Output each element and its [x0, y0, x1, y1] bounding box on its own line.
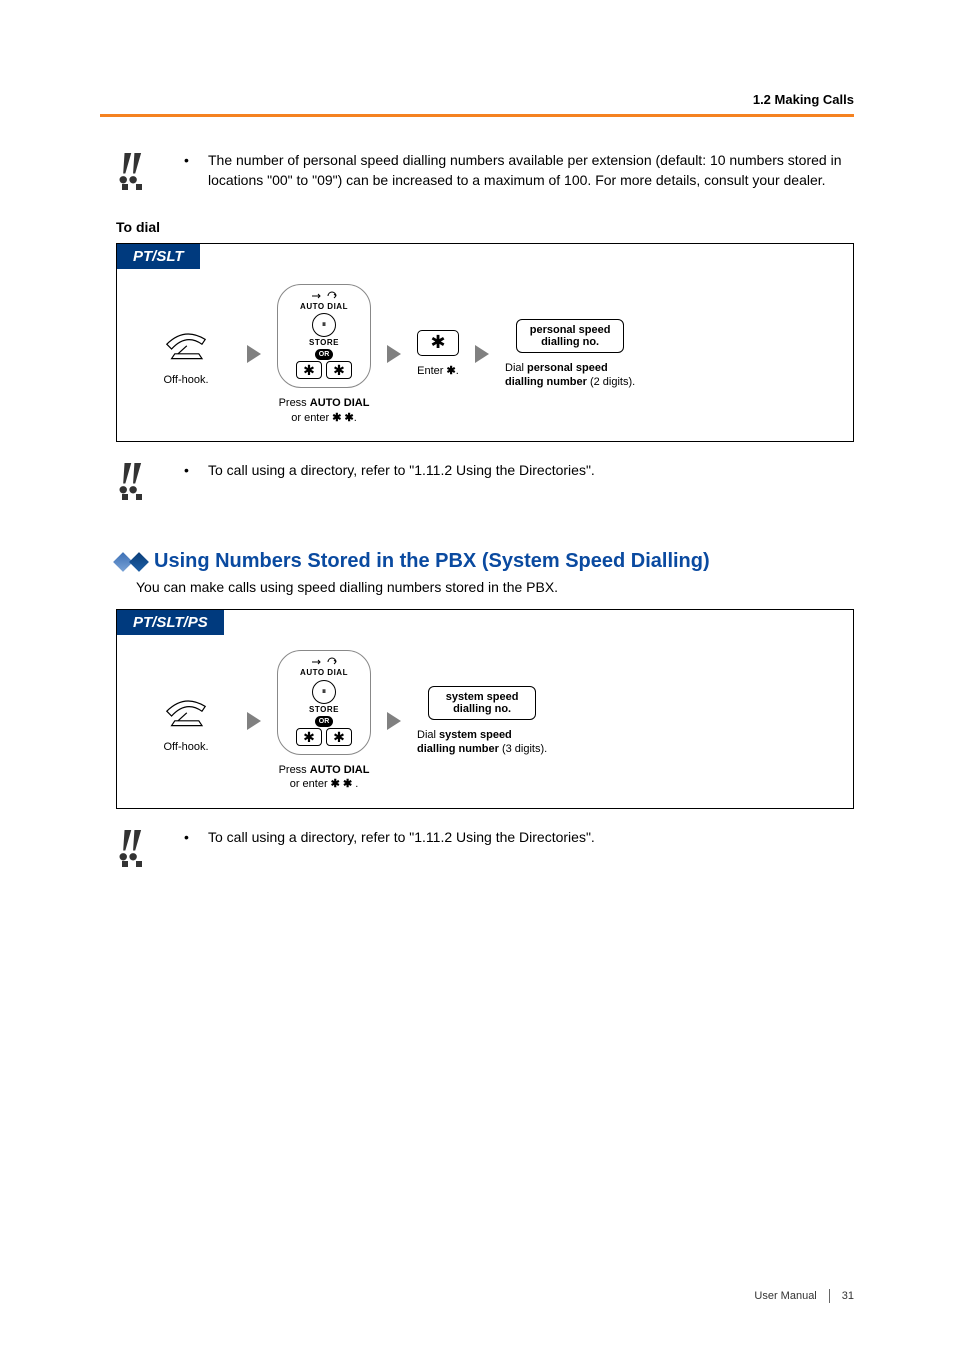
note3-body: To call using a directory, refer to "1.1…	[208, 827, 595, 847]
footer-label: User Manual	[754, 1290, 816, 1302]
note-text: • To call using a directory, refer to "1…	[184, 827, 854, 847]
page-content: !! • The number of personal speed dialli…	[116, 150, 854, 861]
star-key-icon: ✱	[417, 330, 459, 356]
bullet-item: • To call using a directory, refer to "1…	[184, 460, 854, 480]
notice-icon: !!	[116, 150, 160, 184]
star-key-icon: ✱	[326, 728, 352, 746]
diagram-tab-label: PT/SLT/PS	[117, 610, 224, 635]
note1-body: The number of personal speed dialling nu…	[208, 150, 854, 191]
step-autodial: AUTO DIAL ⏸ STORE OR ✱ ✱ Press AUTO DIAL…	[277, 650, 371, 791]
arrow-icon	[247, 712, 261, 730]
note-block-3: !! • To call using a directory, refer to…	[116, 827, 854, 861]
diagram-tab-label: PT/SLT	[117, 244, 200, 269]
bullet-item: • The number of personal speed dialling …	[184, 150, 854, 191]
bullet-dot: •	[184, 827, 192, 847]
step-caption: Off-hook.	[163, 373, 208, 387]
arrow-icon	[387, 712, 401, 730]
header-breadcrumb: 1.2 Making Calls	[753, 92, 854, 107]
star-key-pair: ✱ ✱	[296, 728, 352, 746]
store-label: STORE	[309, 705, 339, 715]
notice-icon: !!	[116, 460, 160, 494]
speed-dial-input-icon: system speeddialling no.	[428, 686, 536, 720]
step-system-speed: system speeddialling no. Dial system spe…	[417, 686, 547, 757]
step-caption: Dial system speed dialling number (3 dig…	[417, 728, 547, 757]
page-footer: User Manual 31	[754, 1289, 854, 1303]
phone-offhook-icon	[162, 688, 210, 732]
step-caption: Press AUTO DIAL or enter ✱ ✱.	[279, 396, 370, 425]
notice-icon: !!	[116, 827, 160, 861]
arrow-icon	[387, 345, 401, 363]
diagram-system-speed: PT/SLT/PS Off-hook.	[116, 609, 854, 808]
diamond-icon	[129, 552, 149, 572]
step-caption: Off-hook.	[163, 740, 208, 754]
arrow-icon	[475, 345, 489, 363]
star-key-icon: ✱	[296, 728, 322, 746]
store-label: STORE	[309, 338, 339, 348]
or-badge: OR	[315, 349, 334, 360]
note-block-2: !! • To call using a directory, refer to…	[116, 460, 854, 494]
step-caption: Dial personal speed dialling number (2 d…	[505, 361, 635, 390]
bullet-item: • To call using a directory, refer to "1…	[184, 827, 854, 847]
section-intro: You can make calls using speed dialling …	[136, 579, 854, 595]
step-offhook: Off-hook.	[141, 688, 231, 755]
phone-offhook-icon	[162, 321, 210, 365]
bullet-dot: •	[184, 150, 192, 191]
bullet-dot: •	[184, 460, 192, 480]
step-caption: Enter ✱.	[417, 364, 459, 378]
diagram-to-dial: PT/SLT Off-hook.	[116, 243, 854, 442]
step-row: Off-hook. AUTO DIAL ⏸ STORE OR	[141, 284, 829, 425]
footer-divider	[829, 1289, 830, 1303]
step-speed-dial-no: personal speeddialling no. Dial personal…	[505, 319, 635, 390]
step-enter-star: ✱ Enter ✱.	[417, 330, 459, 378]
step-row: Off-hook. AUTO DIAL ⏸ STORE OR	[141, 650, 829, 791]
note2-body: To call using a directory, refer to "1.1…	[208, 460, 595, 480]
breadcrumb-text: 1.2 Making Calls	[753, 92, 854, 107]
redial-arrows-icon	[310, 657, 338, 667]
pause-key-icon: ⏸	[312, 313, 336, 337]
star-key-icon: ✱	[296, 361, 322, 379]
or-badge: OR	[315, 716, 334, 727]
redial-arrows-icon	[310, 291, 338, 301]
autodial-label: AUTO DIAL	[300, 668, 348, 678]
diamond-bullets-icon	[116, 555, 146, 569]
autodial-label: AUTO DIAL	[300, 302, 348, 312]
autodial-button-group: AUTO DIAL ⏸ STORE OR ✱ ✱	[277, 650, 371, 755]
step-offhook: Off-hook.	[141, 321, 231, 388]
step-autodial: AUTO DIAL ⏸ STORE OR ✱ ✱ Press AUTO DIAL…	[277, 284, 371, 425]
arrow-icon	[247, 345, 261, 363]
speed-dial-input-icon: personal speeddialling no.	[516, 319, 624, 353]
autodial-button-group: AUTO DIAL ⏸ STORE OR ✱ ✱	[277, 284, 371, 389]
step-caption: Press AUTO DIAL or enter ✱ ✱ .	[279, 763, 370, 792]
note-text: • To call using a directory, refer to "1…	[184, 460, 854, 480]
section-heading: Using Numbers Stored in the PBX (System …	[154, 550, 710, 573]
star-key-pair: ✱ ✱	[296, 361, 352, 379]
page-number: 31	[842, 1290, 854, 1302]
note-block-1: !! • The number of personal speed dialli…	[116, 150, 854, 191]
header-divider	[100, 114, 854, 117]
star-key-icon: ✱	[326, 361, 352, 379]
note-text: • The number of personal speed dialling …	[184, 150, 854, 191]
section-heading-row: Using Numbers Stored in the PBX (System …	[116, 550, 854, 573]
section-to-dial-title: To dial	[116, 219, 854, 235]
pause-key-icon: ⏸	[312, 680, 336, 704]
